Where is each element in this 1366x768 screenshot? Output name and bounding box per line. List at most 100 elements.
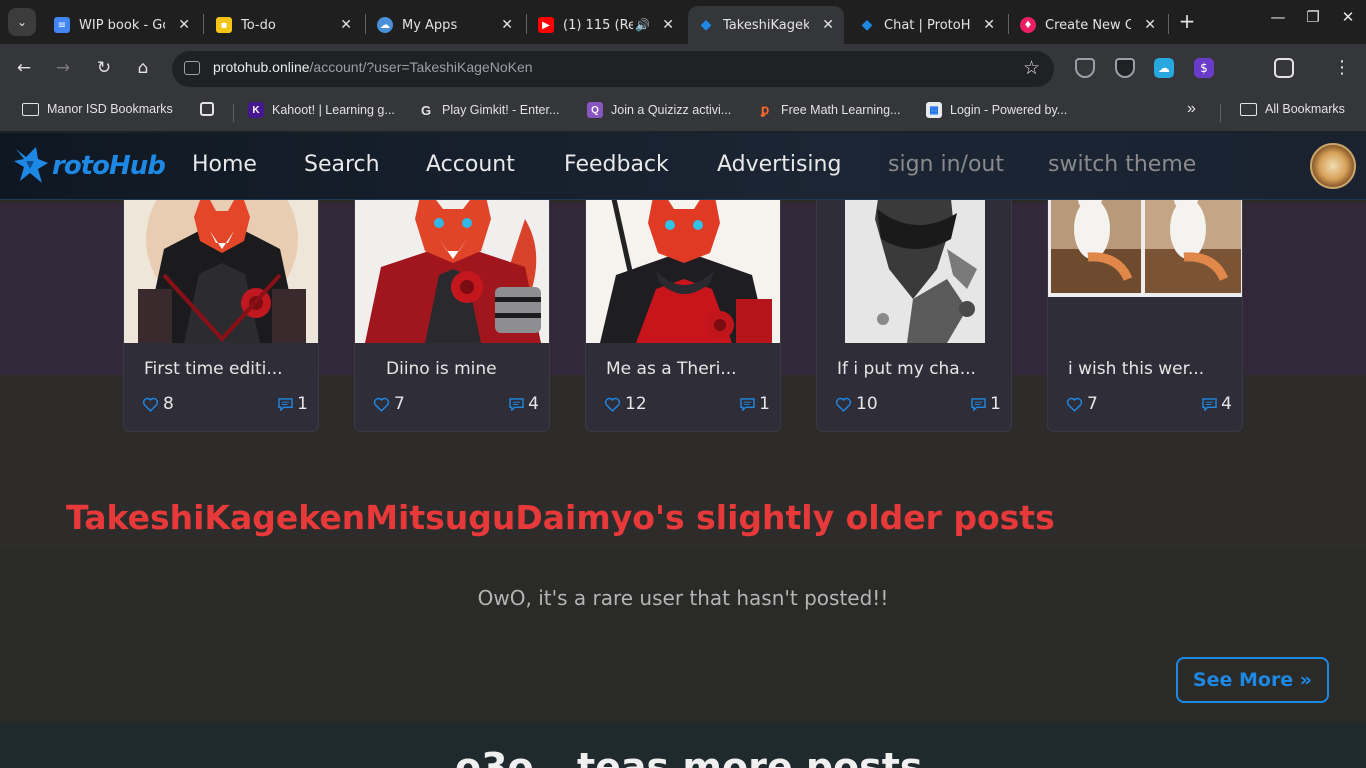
like-button[interactable]: 7 bbox=[373, 394, 405, 414]
tab-takeshikageken[interactable]: ◆ TakeshiKagek ✕ bbox=[688, 6, 844, 44]
tab-youtube[interactable]: ▶ (1) 115 (Re 🔊 ✕ bbox=[528, 6, 684, 44]
post-title[interactable]: First time editi... bbox=[144, 359, 283, 379]
close-icon[interactable]: ✕ bbox=[822, 17, 834, 33]
comment-count: 1 bbox=[759, 394, 770, 414]
back-icon[interactable]: ← bbox=[12, 56, 36, 80]
post-image[interactable] bbox=[1048, 179, 1242, 343]
comment-button[interactable]: 1 bbox=[278, 394, 308, 414]
folder-icon bbox=[22, 102, 39, 116]
shield-extension-icon[interactable] bbox=[1115, 58, 1135, 78]
comment-button[interactable]: 4 bbox=[509, 394, 539, 414]
nav-feedback[interactable]: Feedback bbox=[564, 152, 669, 177]
post-card[interactable]: First time editi... 8 1 bbox=[123, 178, 319, 432]
close-icon[interactable]: ✕ bbox=[178, 17, 190, 33]
new-tab-button[interactable]: + bbox=[1176, 10, 1198, 32]
forward-icon[interactable]: → bbox=[51, 56, 75, 80]
post-title[interactable]: i wish this wer... bbox=[1068, 359, 1204, 379]
address-bar[interactable]: protohub.online/account/?user=TakeshiKag… bbox=[172, 51, 1054, 87]
dollar-extension-icon[interactable]: $ bbox=[1194, 58, 1214, 78]
nav-advertising[interactable]: Advertising bbox=[717, 152, 841, 177]
cloud-icon: ☁ bbox=[377, 17, 393, 33]
nav-account[interactable]: Account bbox=[426, 152, 515, 177]
restore-icon[interactable]: ❐ bbox=[1301, 8, 1325, 26]
bookmark-kahoot[interactable]: K Kahoot! | Learning g... bbox=[248, 102, 395, 118]
comment-count: 4 bbox=[528, 394, 539, 414]
post-image[interactable] bbox=[817, 179, 1011, 343]
post-image[interactable] bbox=[124, 179, 318, 343]
like-count: 7 bbox=[394, 394, 405, 414]
google-classroom-icon: ▪ bbox=[216, 17, 232, 33]
bookmark-quizizz[interactable]: Q Join a Quizizz activi... bbox=[587, 102, 731, 118]
browser-toolbar: ← → ↻ ⌂ protohub.online/account/?user=Ta… bbox=[0, 44, 1366, 92]
nav-switch-theme[interactable]: switch theme bbox=[1048, 152, 1196, 177]
post-card[interactable]: If i put my cha... 10 1 bbox=[816, 178, 1012, 432]
close-icon[interactable]: ✕ bbox=[662, 17, 674, 33]
nav-search[interactable]: Search bbox=[304, 152, 380, 177]
comment-count: 4 bbox=[1221, 394, 1232, 414]
close-icon[interactable]: ✕ bbox=[1144, 17, 1156, 33]
comment-count: 1 bbox=[297, 394, 308, 414]
gimkit-icon: G bbox=[420, 102, 432, 118]
post-card[interactable]: Diino is mine 7 4 bbox=[354, 178, 550, 432]
bookmark-star-icon[interactable]: ☆ bbox=[1023, 57, 1040, 79]
nav-sign-in-out[interactable]: sign in/out bbox=[888, 152, 1004, 177]
menu-icon[interactable]: ⋮ bbox=[1330, 56, 1354, 80]
post-card[interactable]: Me as a Theri... 12 1 bbox=[585, 178, 781, 432]
post-image[interactable] bbox=[586, 179, 780, 343]
apps-grid-button[interactable] bbox=[200, 102, 222, 116]
bookmark-manor-isd[interactable]: Manor ISD Bookmarks bbox=[22, 102, 173, 116]
minimize-icon[interactable]: — bbox=[1266, 8, 1290, 26]
reload-icon[interactable]: ↻ bbox=[92, 56, 116, 80]
heart-icon bbox=[835, 397, 852, 412]
comment-icon bbox=[1202, 397, 1217, 411]
nav-home[interactable]: Home bbox=[192, 152, 257, 177]
comment-icon bbox=[740, 397, 755, 411]
close-icon[interactable]: ✕ bbox=[501, 17, 513, 33]
post-card[interactable]: i wish this wer... 7 4 bbox=[1047, 178, 1243, 432]
shield-extension-icon[interactable] bbox=[1075, 58, 1095, 78]
see-more-button[interactable]: See More » bbox=[1176, 657, 1329, 703]
bookmark-math[interactable]: ꝑ Free Math Learning... bbox=[757, 102, 901, 118]
post-image[interactable] bbox=[355, 179, 549, 343]
extensions-icon[interactable] bbox=[1274, 58, 1294, 78]
protohub-logo[interactable]: rotoHub bbox=[14, 145, 166, 187]
close-icon[interactable]: ✕ bbox=[983, 17, 995, 33]
post-title[interactable]: If i put my cha... bbox=[837, 359, 976, 379]
bookmarks-bar: Manor ISD Bookmarks K Kahoot! | Learning… bbox=[0, 92, 1366, 132]
comment-button[interactable]: 4 bbox=[1202, 394, 1232, 414]
speaker-icon[interactable]: 🔊 bbox=[635, 18, 650, 32]
home-icon[interactable]: ⌂ bbox=[131, 56, 155, 80]
tab-wip-book[interactable]: ≡ WIP book - Go ✕ bbox=[44, 6, 200, 44]
comment-button[interactable]: 1 bbox=[971, 394, 1001, 414]
cloud-extension-icon[interactable]: ☁ bbox=[1154, 58, 1174, 78]
post-title[interactable]: Me as a Theri... bbox=[606, 359, 737, 379]
folder-icon bbox=[1240, 102, 1257, 116]
site-info-icon[interactable] bbox=[184, 61, 200, 75]
like-button[interactable]: 8 bbox=[142, 394, 174, 414]
close-window-icon[interactable]: ✕ bbox=[1336, 8, 1360, 26]
protohub-icon: ◆ bbox=[861, 17, 873, 33]
post-title[interactable]: Diino is mine bbox=[386, 359, 497, 379]
bookmarks-overflow-button[interactable]: » bbox=[1187, 100, 1196, 118]
avatar[interactable] bbox=[1310, 143, 1356, 189]
like-count: 7 bbox=[1087, 394, 1098, 414]
like-button[interactable]: 12 bbox=[604, 394, 647, 414]
like-count: 12 bbox=[625, 394, 647, 414]
like-button[interactable]: 7 bbox=[1066, 394, 1098, 414]
heart-icon bbox=[373, 397, 390, 412]
mathspace-icon: ꝑ bbox=[760, 102, 770, 117]
comment-icon bbox=[509, 397, 524, 411]
like-count: 8 bbox=[163, 394, 174, 414]
close-icon[interactable]: ✕ bbox=[340, 17, 352, 33]
tab-my-apps[interactable]: ☁ My Apps ✕ bbox=[367, 6, 523, 44]
bookmark-login[interactable]: ▦ Login - Powered by... bbox=[926, 102, 1067, 118]
like-button[interactable]: 10 bbox=[835, 394, 878, 414]
comment-button[interactable]: 1 bbox=[740, 394, 770, 414]
tab-create-new[interactable]: ♦ Create New C ✕ bbox=[1010, 6, 1166, 44]
all-bookmarks-button[interactable]: All Bookmarks bbox=[1240, 102, 1345, 116]
kahoot-icon: K bbox=[248, 102, 264, 118]
tab-todo[interactable]: ▪ To-do ✕ bbox=[206, 6, 362, 44]
tab-chat-protohub[interactable]: ◆ Chat | ProtoHu ✕ bbox=[849, 6, 1005, 44]
tab-search-button[interactable]: ⌄ bbox=[8, 8, 36, 36]
bookmark-gimkit[interactable]: G Play Gimkit! - Enter... bbox=[418, 102, 559, 118]
